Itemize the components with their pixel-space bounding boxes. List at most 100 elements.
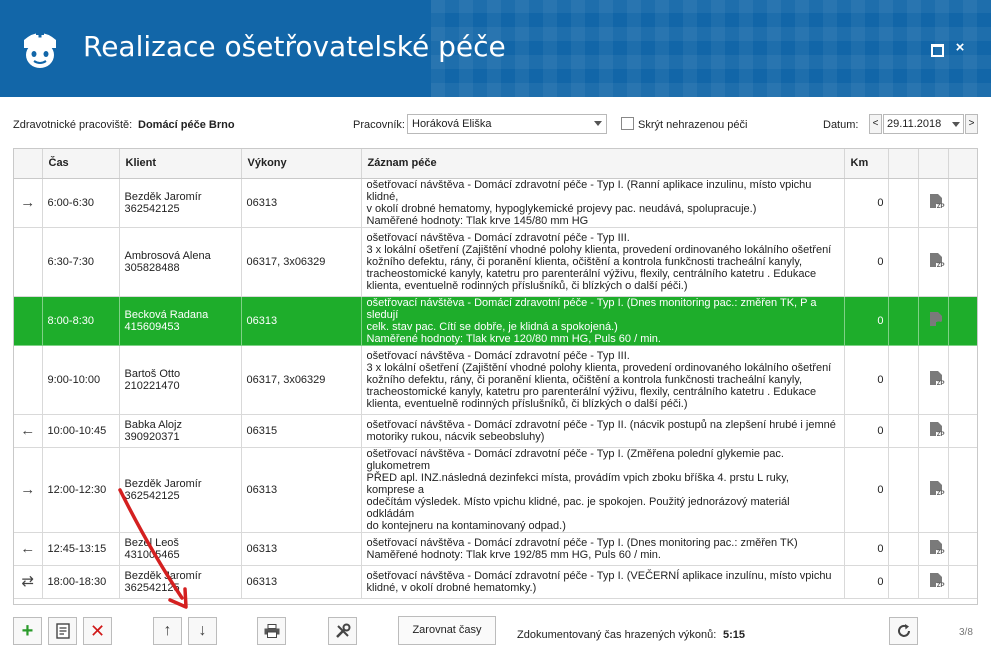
doc-badge: ZP [935, 491, 946, 498]
record-line: klienta, eventuelně rodinných příslušník… [366, 397, 688, 410]
summary-value: 5:15 [723, 629, 746, 641]
document-cell[interactable]: ZP [918, 227, 949, 297]
worker-select-value: Horáková Eliška [412, 118, 492, 130]
document-cell[interactable]: ZP [918, 532, 949, 566]
client-cell: Bezel Leoš 431005465 [119, 532, 242, 566]
codes-cell: 06313 [241, 447, 362, 533]
record-line: odečítám výsledek. Místo vpichu klidné, … [366, 495, 790, 520]
close-icon[interactable]: × [952, 40, 968, 56]
document-cell[interactable]: ZP [918, 447, 949, 533]
time-cell: 12:00-12:30 [42, 447, 120, 533]
doc-badge: ZP [935, 381, 946, 388]
document-zp-icon[interactable]: ZP [929, 481, 946, 498]
doc-badge: ZP [935, 550, 946, 557]
date-next-button[interactable]: > [965, 114, 978, 134]
empty-cell [888, 565, 919, 599]
empty-cell [888, 414, 919, 448]
worker-label: Pracovník: [353, 119, 405, 131]
column-header-codes[interactable]: Výkony [241, 149, 362, 179]
table-row[interactable]: ← 10:00-10:45 Babka Alojz 390920371 06315 oše… [14, 414, 977, 448]
filter-bar: Zdravotnické pracoviště: Domácí péče Brn… [0, 112, 991, 138]
settings-button[interactable] [328, 617, 357, 645]
table-row[interactable]: 6:30-7:30 Ambrosová Alena 305828488 06317, … [14, 227, 977, 297]
column-header[interactable] [888, 149, 919, 179]
arrow-down-icon: ↓ [198, 622, 207, 639]
table-row[interactable]: ⇄ 18:00-18:30 Bezděk Jaromír 362542125 06313… [14, 565, 977, 599]
hide-unpaid-checkbox[interactable] [621, 117, 634, 130]
summary-label: Zdokumentovaný čas hrazených výkonů: [517, 629, 717, 641]
maximize-icon[interactable] [928, 40, 944, 57]
column-header[interactable] [948, 149, 977, 179]
worker-select[interactable]: Horáková Eliška [407, 114, 607, 134]
direction-icon: ⇄ [14, 565, 43, 599]
record-line: 3 x lokální ošetření (Zajištění vhodné p… [366, 243, 832, 256]
column-header[interactable] [918, 149, 949, 179]
client-cell: Becková Radana 415609453 [119, 296, 242, 346]
direction-icon: ← [14, 532, 43, 566]
date-prev-button[interactable]: < [869, 114, 882, 134]
align-times-button[interactable]: Zarovnat časy [398, 616, 496, 645]
print-button[interactable] [257, 617, 286, 645]
client-name: Bartoš Otto [124, 367, 181, 380]
record-line: do kontejneru na kontaminovaný odpad.) [366, 519, 566, 532]
table-row[interactable]: ← 12:45-13:15 Bezel Leoš 431005465 06313 ošet… [14, 532, 977, 566]
client-id: 415609453 [124, 320, 180, 333]
edit-button[interactable] [48, 617, 77, 645]
document-zp-icon[interactable]: ZP [929, 540, 946, 557]
document-cell[interactable]: ZP [918, 178, 949, 228]
date-field[interactable]: 29.11.2018 [883, 114, 964, 134]
record-line: PŘED apl. INZ.následná dezinfekci místa,… [366, 471, 789, 496]
client-name: Bezděk Jaromír [124, 569, 202, 582]
document-cell[interactable]: ZP [918, 414, 949, 448]
table-row[interactable]: → 12:00-12:30 Bezděk Jaromír 362542125 06313… [14, 447, 977, 533]
column-header-record[interactable]: Záznam péče [361, 149, 845, 179]
doc-badge: ZP [935, 263, 946, 270]
record-cell: ošetřovací návštěva - Domácí zdravotní p… [361, 227, 845, 297]
table-row[interactable]: → 6:00-6:30 Bezděk Jaromír 362542125 06313 oš… [14, 178, 977, 228]
client-id: 362542125 [124, 489, 180, 502]
column-header-client[interactable]: Klient [119, 149, 242, 179]
document-cell[interactable]: ZP [918, 345, 949, 415]
document-zp-icon[interactable]: ZP [929, 573, 946, 590]
client-cell: Bezděk Jaromír 362542125 [119, 447, 242, 533]
time-cell: 10:00-10:45 [42, 414, 120, 448]
empty-cell [948, 532, 977, 566]
column-header-time[interactable]: Čas [42, 149, 120, 179]
client-id: 362542125 [124, 581, 180, 594]
table-row[interactable]: 8:00-8:30 Becková Radana 415609453 06313 oše… [14, 296, 977, 346]
chevron-down-icon[interactable] [952, 122, 960, 127]
document-zp-icon[interactable]: ZP [929, 371, 946, 388]
move-down-button[interactable]: ↓ [188, 617, 217, 645]
record-line: ošetřovací návštěva - Domácí zdravotní p… [366, 536, 798, 549]
document-cell[interactable]: ZP [918, 565, 949, 599]
document-zp-icon[interactable]: ZP [929, 312, 946, 329]
table-header: Čas Klient Výkony Záznam péče Km [14, 149, 977, 179]
empty-cell [948, 447, 977, 533]
record-line: ošetřovací návštěva - Domácí zdravotní p… [366, 569, 832, 582]
record-cell: ošetřovací návštěva - Domácí zdravotní p… [361, 447, 845, 533]
move-up-button[interactable]: ↑ [153, 617, 182, 645]
empty-cell [948, 565, 977, 599]
document-zp-icon[interactable]: ZP [929, 194, 946, 211]
document-zp-icon[interactable]: ZP [929, 422, 946, 439]
codes-cell: 06315 [241, 414, 362, 448]
empty-cell [948, 345, 977, 415]
document-zp-icon[interactable]: ZP [929, 253, 946, 270]
client-id: 362542125 [124, 202, 180, 215]
time-cell: 12:45-13:15 [42, 532, 120, 566]
km-cell: 0 [844, 414, 889, 448]
record-cell: ošetřovací návštěva - Domácí zdravotní p… [361, 296, 845, 346]
title-bar-pattern [431, 0, 991, 97]
date-value: 29.11.2018 [887, 118, 942, 130]
empty-cell [948, 414, 977, 448]
empty-cell [888, 178, 919, 228]
delete-button[interactable]: ✕ [83, 617, 112, 645]
refresh-button[interactable] [889, 617, 918, 645]
record-line: Naměřené hodnoty: Tlak krve 145/80 mm HG [366, 214, 589, 227]
column-header-km[interactable]: Km [844, 149, 889, 179]
table-row[interactable]: 9:00-10:00 Bartoš Otto 210221470 06317, 3x0… [14, 345, 977, 415]
column-header[interactable] [14, 149, 43, 179]
document-cell[interactable]: ZP [918, 296, 949, 346]
add-button[interactable]: + [13, 617, 42, 645]
client-id: 305828488 [124, 261, 180, 274]
